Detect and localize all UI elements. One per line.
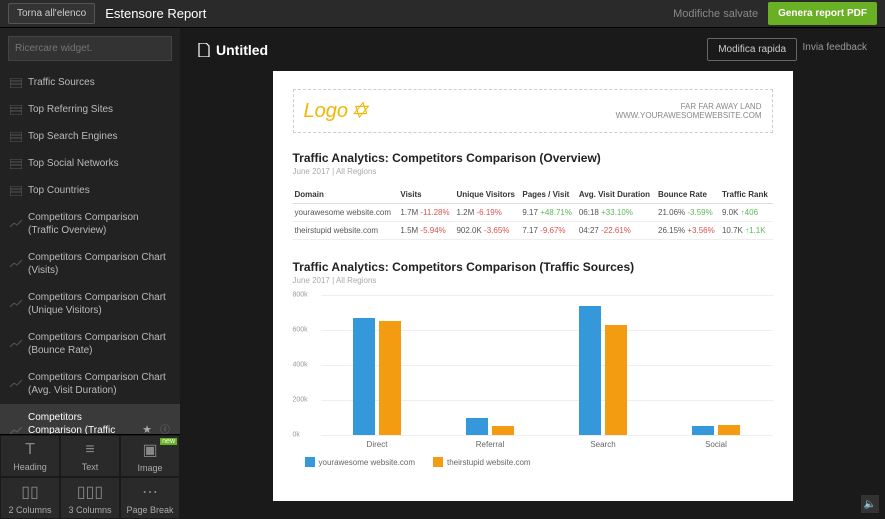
speaker-icon[interactable]: 🔈 xyxy=(861,495,879,513)
saved-status: Modifiche salvate xyxy=(673,8,758,20)
table-header: Pages / Visit xyxy=(520,186,576,204)
widget-item[interactable]: Competitors Comparison (Traffic Sources)… xyxy=(0,404,180,434)
bar xyxy=(579,306,601,436)
legend-swatch-1 xyxy=(305,457,315,467)
bar xyxy=(466,418,488,436)
topbar: Torna all'elenco Estensore Report Modifi… xyxy=(0,0,885,28)
comparison-table: DomainVisitsUnique VisitorsPages / Visit… xyxy=(293,186,773,240)
bottom-tools: THeading ≡Text new▣Image ▯▯2 Columns ▯▯▯… xyxy=(0,434,180,519)
feedback-link[interactable]: Invia feedback xyxy=(803,42,868,53)
widget-icon xyxy=(10,426,22,435)
widget-icon xyxy=(10,299,22,309)
back-button[interactable]: Torna all'elenco xyxy=(8,3,95,24)
section1-sub: June 2017 | All Regions xyxy=(293,167,773,176)
widget-item[interactable]: Competitors Comparison Chart (Avg. Visit… xyxy=(0,364,180,404)
report-page: Logo✡ FAR FAR AWAY LAND WWW.YOURAWESOMEW… xyxy=(273,71,793,501)
star-icon: ✡ xyxy=(350,98,368,124)
bar xyxy=(605,325,627,435)
table-header: Domain xyxy=(293,186,399,204)
bar xyxy=(379,321,401,435)
page-title: Untitled xyxy=(198,42,268,58)
tool-text[interactable]: ≡Text xyxy=(60,435,120,477)
widget-list: Traffic SourcesTop Referring SitesTop Se… xyxy=(0,69,180,434)
tool-heading[interactable]: THeading xyxy=(0,435,60,477)
app-title: Estensore Report xyxy=(105,6,206,21)
widget-icon xyxy=(10,379,22,389)
table-header: Visits xyxy=(398,186,454,204)
widget-item[interactable]: Competitors Comparison Chart (Visits) xyxy=(0,244,180,284)
table-header: Traffic Rank xyxy=(720,186,773,204)
widget-icon xyxy=(10,105,22,115)
table-row: yourawesome website.com1.7M -11.28%1.2M … xyxy=(293,204,773,222)
search-input[interactable] xyxy=(8,36,172,61)
letterhead: Logo✡ FAR FAR AWAY LAND WWW.YOURAWESOMEW… xyxy=(293,89,773,133)
bar xyxy=(692,426,714,435)
info-icon[interactable]: ⓘ xyxy=(160,424,170,434)
widget-item[interactable]: Competitors Comparison Chart (Unique Vis… xyxy=(0,284,180,324)
widget-item[interactable]: Top Search Engines xyxy=(0,123,180,150)
widget-icon xyxy=(10,132,22,142)
x-label: Social xyxy=(692,440,740,449)
tool-image[interactable]: new▣Image xyxy=(120,435,180,477)
table-header: Avg. Visit Duration xyxy=(577,186,656,204)
widget-item[interactable]: Competitors Comparison Chart (Bounce Rat… xyxy=(0,324,180,364)
widget-icon xyxy=(10,186,22,196)
logo: Logo✡ xyxy=(304,98,369,124)
table-row: theirstupid website.com1.5M -5.94%902.0K… xyxy=(293,222,773,240)
table-header: Bounce Rate xyxy=(656,186,720,204)
widget-item[interactable]: Traffic Sources xyxy=(0,69,180,96)
chart-legend: yourawesome website.com theirstupid webs… xyxy=(305,457,773,467)
widget-icon xyxy=(10,78,22,88)
widget-icon xyxy=(10,339,22,349)
generate-pdf-button[interactable]: Genera report PDF xyxy=(768,2,877,25)
tool-2columns[interactable]: ▯▯2 Columns xyxy=(0,477,60,519)
section2-title: Traffic Analytics: Competitors Compariso… xyxy=(293,260,773,274)
widget-icon xyxy=(10,219,22,229)
bar xyxy=(718,425,740,436)
letterhead-land: FAR FAR AWAY LAND xyxy=(616,102,762,111)
tool-pagebreak[interactable]: ⋯Page Break xyxy=(120,477,180,519)
widget-icon xyxy=(10,159,22,169)
bar xyxy=(353,318,375,435)
widget-item[interactable]: Top Countries xyxy=(0,177,180,204)
widget-item[interactable]: Top Referring Sites xyxy=(0,96,180,123)
widget-icon xyxy=(10,259,22,269)
star-icon[interactable]: ★ xyxy=(142,423,152,434)
letterhead-site: WWW.YOURAWESOMEWEBSITE.COM xyxy=(616,111,762,120)
quick-edit-button[interactable]: Modifica rapida xyxy=(707,38,797,61)
content-area: Invia feedback Untitled Modifica rapida … xyxy=(180,28,885,519)
table-header: Unique Visitors xyxy=(454,186,520,204)
section1-title: Traffic Analytics: Competitors Compariso… xyxy=(293,151,773,165)
x-label: Search xyxy=(579,440,627,449)
document-icon xyxy=(198,43,210,57)
bar xyxy=(492,426,514,435)
x-label: Direct xyxy=(353,440,401,449)
tool-3columns[interactable]: ▯▯▯3 Columns xyxy=(60,477,120,519)
sidebar: Traffic SourcesTop Referring SitesTop Se… xyxy=(0,28,180,519)
widget-item[interactable]: Top Social Networks xyxy=(0,150,180,177)
section2-sub: June 2017 | All Regions xyxy=(293,276,773,285)
x-label: Referral xyxy=(466,440,514,449)
legend-swatch-2 xyxy=(433,457,443,467)
traffic-sources-chart: 0k200k400k600k800kDirectReferralSearchSo… xyxy=(321,295,773,435)
widget-item[interactable]: Competitors Comparison (Traffic Overview… xyxy=(0,204,180,244)
